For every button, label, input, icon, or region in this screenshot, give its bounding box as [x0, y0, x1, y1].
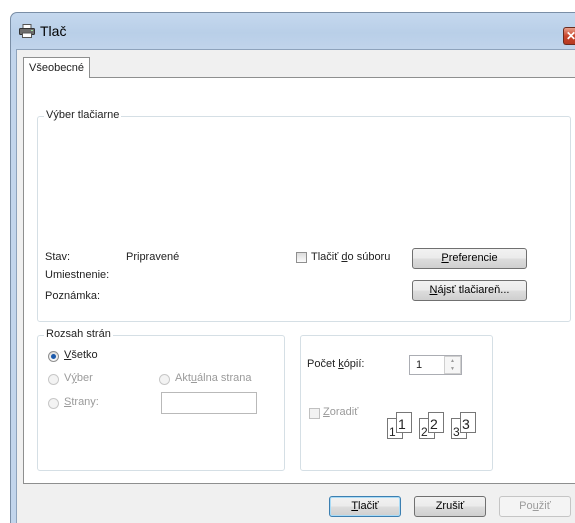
selection-radio[interactable] — [48, 374, 59, 385]
copies-spinner[interactable]: ▲ ▼ — [444, 356, 461, 374]
print-dialog: Tlač ✕ Všeobecné Výber tlačiarne Stav: P… — [10, 12, 575, 523]
location-label: Umiestnenie: — [45, 269, 110, 281]
tab-general[interactable]: Všeobecné — [23, 57, 91, 78]
pages-radio[interactable] — [48, 398, 59, 409]
page-range-group-label: Rozsah strán — [44, 328, 113, 340]
pages-label: Strany: — [64, 396, 99, 408]
status-value: Pripravené — [126, 251, 180, 263]
preferences-button[interactable]: Preferencie — [412, 248, 527, 269]
spin-up-icon[interactable]: ▲ — [445, 357, 460, 365]
collate-page-front: 3 — [460, 412, 476, 433]
cancel-button[interactable]: Zrušiť — [414, 496, 486, 517]
spin-down-icon[interactable]: ▼ — [445, 365, 460, 373]
window-title: Tlač — [40, 23, 67, 39]
general-tab-page: Výber tlačiarne Stav: Pripravené Umiestn… — [23, 77, 575, 484]
printer-icon — [19, 24, 35, 38]
current-page-label: Aktuálna strana — [175, 372, 252, 384]
print-to-file-label[interactable]: Tlačiť do súboru — [311, 251, 390, 263]
close-icon: ✕ — [566, 29, 575, 43]
select-printer-group: Výber tlačiarne Stav: Pripravené Umiestn… — [37, 109, 571, 322]
dialog-body: Všeobecné Výber tlačiarne Stav: Priprave… — [16, 49, 575, 523]
collate-page-front: 2 — [428, 412, 444, 433]
apply-button[interactable]: Použiť — [499, 496, 571, 517]
all-pages-radio[interactable] — [48, 351, 59, 362]
select-printer-group-label: Výber tlačiarne — [44, 109, 122, 121]
print-button[interactable]: Tlačiť — [329, 496, 401, 517]
copies-label: Počet kópií: — [307, 358, 365, 370]
print-to-file-checkbox[interactable] — [296, 252, 307, 263]
status-label: Stav: — [45, 251, 71, 263]
collate-page-front: 1 — [396, 412, 412, 433]
collate-checkbox[interactable] — [309, 408, 320, 419]
copies-group: Počet kópií: 1 ▲ ▼ Zoradiť 1 1 2 2 3 3 — [300, 335, 493, 471]
find-printer-button[interactable]: Nájsť tlačiareň... — [412, 280, 527, 301]
page-range-group: Rozsah strán Všetko Výber Aktuálna stran… — [37, 328, 285, 471]
collate-label: Zoradiť — [323, 406, 359, 418]
tab-general-label: Všeobecné — [29, 62, 85, 74]
all-pages-label[interactable]: Všetko — [64, 349, 98, 361]
comment-label: Poznámka: — [45, 290, 101, 302]
selection-label: Výber — [64, 372, 93, 384]
radio-selected-dot — [51, 354, 56, 359]
title-bar: Tlač ✕ — [11, 13, 575, 49]
pages-input[interactable] — [161, 392, 257, 414]
current-page-radio[interactable] — [159, 374, 170, 385]
close-button[interactable]: ✕ — [563, 27, 575, 45]
